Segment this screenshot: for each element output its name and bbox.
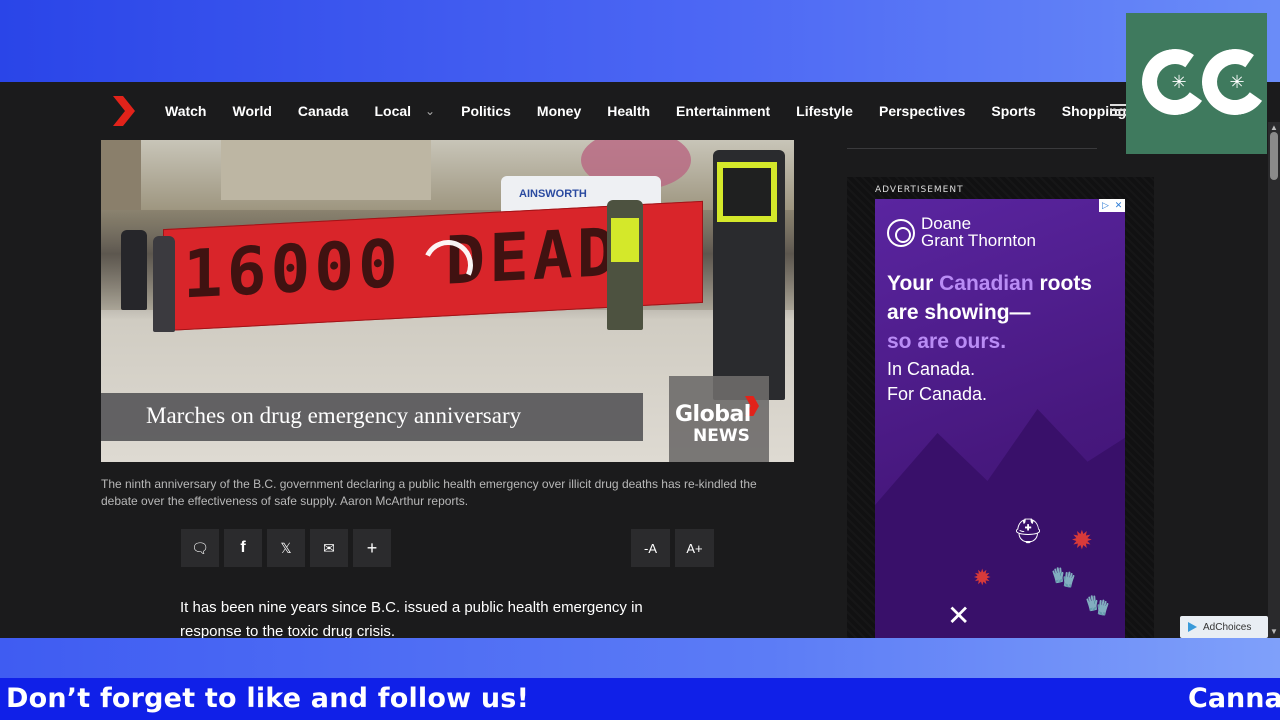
scroll-thumb[interactable] xyxy=(1270,132,1278,180)
ad-headline-accent: so are ours. xyxy=(887,330,1007,353)
nav-label: Politics xyxy=(461,103,511,119)
nav-item-lifestyle[interactable]: Lifestyle xyxy=(783,103,866,119)
nav-item-entertainment[interactable]: Entertainment xyxy=(663,103,783,119)
browser-page: Watch World Canada Local ⌄ Politics Money… xyxy=(0,82,1280,638)
stream-top-band xyxy=(0,0,1280,82)
video-title-overlay: Marches on drug emergency anniversary xyxy=(101,393,643,441)
nav-label: Local xyxy=(374,103,412,119)
nav-label: Lifestyle xyxy=(796,103,853,119)
adchoices-badge[interactable]: AdChoices xyxy=(1180,616,1268,638)
video-person xyxy=(153,236,175,332)
video-player[interactable]: AINSWORTH 16000 DEAD Marches on drug eme… xyxy=(101,140,794,462)
nav-item-canada[interactable]: Canada xyxy=(285,103,362,119)
ticker-bar: Don’t forget to like and follow us! Cann… xyxy=(0,678,1280,720)
ticker-message: Don’t forget to like and follow us! xyxy=(6,683,530,714)
nav-label: Sports xyxy=(991,103,1036,119)
nav-label: Health xyxy=(607,103,651,119)
nav-label: World xyxy=(232,103,272,119)
nav-menu: Watch World Canada Local ⌄ Politics Money… xyxy=(152,82,1139,140)
global-news-watermark: Global NEWS xyxy=(669,376,769,462)
font-size-controls: -A A+ xyxy=(631,529,714,567)
stream-bottom-band xyxy=(0,638,1280,678)
ad-container: ADVERTISEMENT ▷ ✕ Doane Grant Thornton Yo… xyxy=(847,177,1154,638)
cannabis-leaf-icon: ✳ xyxy=(1171,72,1187,92)
video-vest xyxy=(717,162,777,222)
font-decrease-button[interactable]: -A xyxy=(631,529,670,567)
ad-creative[interactable]: ▷ ✕ Doane Grant Thornton Your Canadian ro… xyxy=(875,199,1125,638)
maple-leaf-icon: ✹ xyxy=(1071,525,1093,555)
ad-subline: In Canada. For Canada. xyxy=(887,357,987,407)
ad-brand-line1: Doane xyxy=(921,214,972,233)
video-scene-building xyxy=(101,140,141,210)
article-paragraph: It has been nine years since B.C. issued… xyxy=(180,599,643,638)
video-vest xyxy=(611,218,639,262)
ad-subline-1: In Canada. xyxy=(887,359,976,379)
video-scene-building xyxy=(221,140,431,200)
ad-brand-line2: Grant Thornton xyxy=(921,231,1036,250)
cannabis-leaf-icon: ✳ xyxy=(1229,72,1245,92)
nav-item-health[interactable]: Health xyxy=(594,103,663,119)
video-scene-sky xyxy=(101,140,794,210)
nav-label: Entertainment xyxy=(676,103,771,119)
comment-icon[interactable]: 🗨 xyxy=(181,529,219,567)
video-caption: The ninth anniversary of the B.C. govern… xyxy=(101,477,757,508)
ad-headline-part: Your xyxy=(887,272,940,295)
mitten-icon: 🧤 xyxy=(1085,595,1110,617)
email-icon[interactable]: ✉ xyxy=(310,529,348,567)
nav-label: Perspectives xyxy=(878,103,966,119)
sidebar-divider xyxy=(847,148,1097,149)
nav-item-politics[interactable]: Politics xyxy=(448,103,524,119)
plus-icon[interactable]: + xyxy=(353,529,391,567)
hamburger-menu-icon[interactable] xyxy=(1110,104,1126,118)
nav-item-perspectives[interactable]: Perspectives xyxy=(866,103,978,119)
doane-logo-icon xyxy=(887,219,915,247)
ad-brand: Doane Grant Thornton xyxy=(921,215,1036,249)
channel-logo: ✳ ✳ xyxy=(1126,13,1274,154)
nav-item-watch[interactable]: Watch xyxy=(152,103,219,119)
ad-headline-accent: Canadian xyxy=(939,272,1034,295)
maple-leaf-icon: ✹ xyxy=(973,565,992,590)
nav-item-world[interactable]: World xyxy=(219,103,284,119)
font-increase-button[interactable]: A+ xyxy=(675,529,714,567)
mitten-icon: 🧤 xyxy=(1051,567,1076,589)
facebook-icon[interactable]: f xyxy=(224,529,262,567)
ad-label: ADVERTISEMENT xyxy=(875,185,964,195)
toque-icon: ⛑ xyxy=(1013,518,1044,545)
adchoices-icon xyxy=(1188,622,1197,632)
share-toolbar: 🗨 f 𝕏 ✉ + xyxy=(181,529,391,567)
nav-item-local[interactable]: Local ⌄ xyxy=(361,103,448,119)
hockey-sticks-icon: ✕ xyxy=(947,600,971,631)
nav-item-sports[interactable]: Sports xyxy=(978,103,1048,119)
x-icon[interactable]: 𝕏 xyxy=(267,529,305,567)
page-scrollbar[interactable]: ▲ ▼ xyxy=(1268,122,1280,638)
watermark-line2: NEWS xyxy=(693,426,750,446)
scroll-down-icon[interactable]: ▼ xyxy=(1268,626,1280,638)
ad-subline-2: For Canada. xyxy=(887,384,988,404)
van-text: AINSWORTH xyxy=(519,188,587,200)
ad-headline: Your Canadian roots are showing— so are o… xyxy=(887,269,1123,356)
nav-label: Canada xyxy=(297,103,349,119)
watermark-line1: Global xyxy=(675,402,751,427)
adchoices-label: AdChoices xyxy=(1203,621,1252,633)
global-news-logo-icon[interactable] xyxy=(113,96,135,126)
ad-close-icon[interactable]: ▷ ✕ xyxy=(1099,199,1125,212)
site-nav: Watch World Canada Local ⌄ Politics Money… xyxy=(0,82,1280,140)
nav-label: Money xyxy=(536,103,582,119)
nav-label: Watch xyxy=(165,103,207,119)
nav-item-money[interactable]: Money xyxy=(524,103,594,119)
video-person xyxy=(121,230,147,310)
chevron-down-icon: ⌄ xyxy=(425,104,436,118)
ticker-message-next: Cannal xyxy=(1188,683,1280,714)
